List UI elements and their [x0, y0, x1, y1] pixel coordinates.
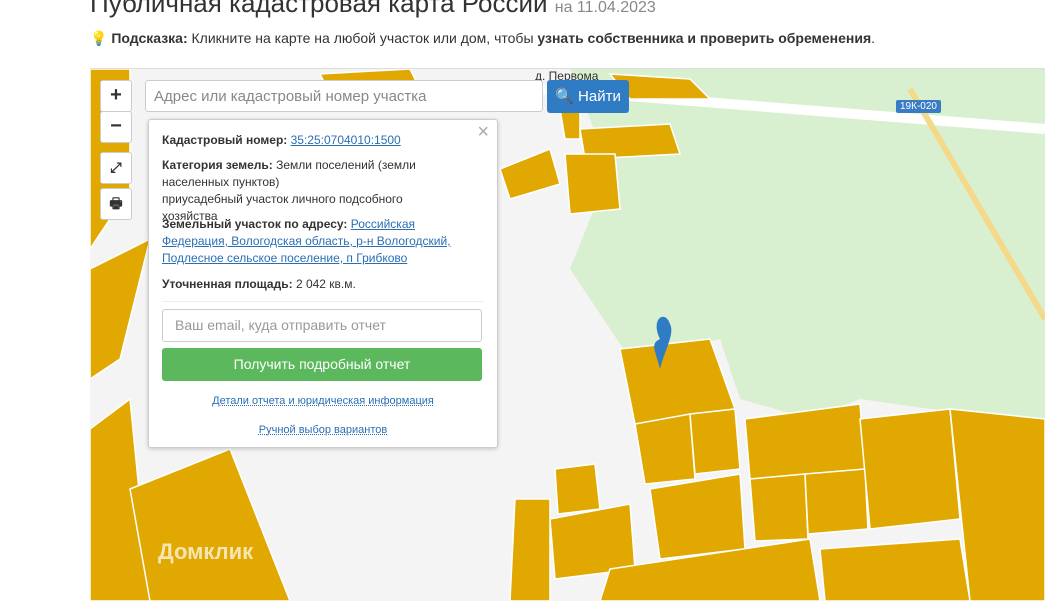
cad-label: Кадастровый номер: [162, 133, 288, 147]
hint: 💡 Подсказка: Кликните на карте на любой … [90, 30, 875, 47]
title-text: Публичная кадастровая карта России [90, 0, 548, 18]
print-button[interactable]: 🖶 [100, 188, 132, 220]
find-label: Найти [578, 88, 621, 105]
category-label: Категория земель: [162, 158, 273, 172]
hint-end: . [871, 30, 876, 46]
area-label: Уточненная площадь: [162, 277, 293, 291]
hint-text: Кликните на карте на любой участок или д… [191, 30, 534, 46]
watermark: Домклик [158, 539, 254, 564]
address-label: Земельный участок по адресу: [162, 217, 348, 231]
area-value: 2 042 кв.м. [295, 277, 356, 291]
report-details-link[interactable]: Детали отчета и юридическая информация [212, 395, 434, 407]
search-input[interactable]: Адрес или кадастровый номер участка [145, 80, 543, 112]
cadastral-map[interactable]: д. Первома 19К-020 Домклик + − ⤢ 🖶 Адрес… [90, 68, 1045, 601]
expand-icon: ⤢ [110, 159, 122, 175]
zoom-out-button[interactable]: − [100, 111, 132, 143]
printer-icon: 🖶 [109, 195, 123, 211]
fullscreen-button[interactable]: ⤢ [100, 152, 132, 184]
title-date: на 11.04.2023 [554, 0, 656, 16]
hint-bold: узнать собственника и проверить обремене… [537, 30, 872, 46]
hint-label: Подсказка: [111, 30, 188, 46]
email-input[interactable]: Ваш email, куда отправить отчет [162, 309, 482, 342]
lightbulb-icon: 💡 [90, 30, 108, 46]
get-report-button[interactable]: Получить подробный отчет [162, 348, 482, 381]
cadastral-number-link[interactable]: 35:25:0704010:1500 [291, 133, 401, 147]
search-icon: 🔍 [555, 88, 574, 105]
page-title: Публичная кадастровая карта России на 11… [90, 0, 656, 19]
road-label: 19К-020 [896, 100, 941, 113]
zoom-in-button[interactable]: + [100, 80, 132, 112]
manual-selection-link[interactable]: Ручной выбор вариантов [259, 424, 387, 436]
parcel-info-popup: × Кадастровый номер: 35:25:0704010:1500 … [148, 119, 498, 448]
find-button[interactable]: 🔍 Найти [547, 80, 629, 113]
